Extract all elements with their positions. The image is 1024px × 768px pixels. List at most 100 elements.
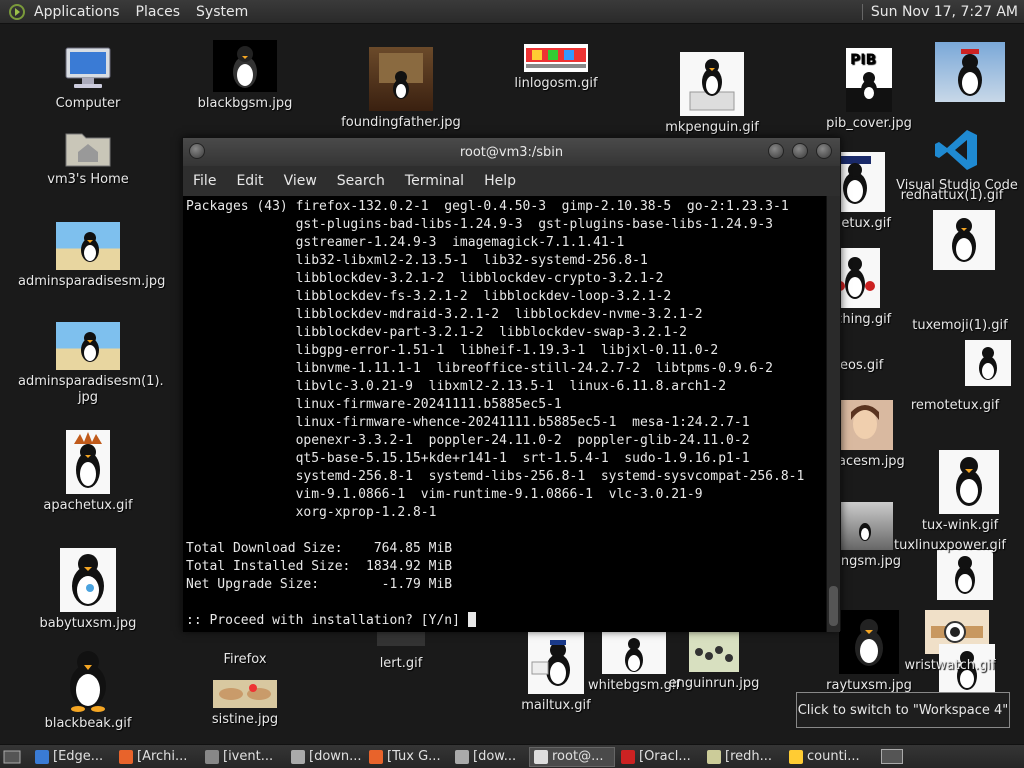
system-menu[interactable]: System <box>188 4 256 20</box>
desktop-icon-penguinrun[interactable]: enguinrun.jpg <box>644 632 784 692</box>
taskbar-button[interactable]: [Tux G... <box>365 747 449 767</box>
terminal-line: Packages (43) firefox-132.0.2-1 gegl-0.4… <box>186 199 789 214</box>
desktop-icon-label: tuxlinuxpower.gif <box>894 538 1006 553</box>
menu-help[interactable]: Help <box>476 173 524 189</box>
taskbar-button-label: [Edge... <box>53 749 104 764</box>
desktop-icon-home[interactable]: vm3's Home <box>18 128 158 188</box>
taskbar-button-label: [dow... <box>473 749 517 764</box>
taskbar-button-label: [redh... <box>725 749 773 764</box>
terminal-line: gstreamer-1.24.9-3 imagemagick-7.1.1.41-… <box>186 235 625 250</box>
terminal-line: vim-9.1.0866-1 vim-runtime-9.1.0866-1 vl… <box>186 487 703 502</box>
image-thumbnail[interactable] <box>939 450 999 514</box>
taskbar-button[interactable]: [Oracl... <box>617 747 701 767</box>
terminal-window[interactable]: root@vm3:/sbin File Edit View Search Ter… <box>182 137 841 632</box>
terminal-line: Total Download Size: 764.85 MiB <box>186 541 453 556</box>
terminal-line: xorg-xprop-1.2.8-1 <box>186 505 437 520</box>
menu-edit[interactable]: Edit <box>228 173 271 189</box>
desktop-icon-adminsparadise-1[interactable]: adminsparadisesm(1). jpg <box>18 322 164 406</box>
taskbar-button[interactable]: counti... <box>785 747 869 767</box>
menu-search[interactable]: Search <box>329 173 393 189</box>
image-thumbnail <box>524 44 588 72</box>
app-icon <box>534 749 548 764</box>
distro-logo-icon[interactable] <box>8 3 26 21</box>
show-desktop-button[interactable] <box>3 747 25 767</box>
top-panel: Applications Places System Sun Nov 17, 7… <box>0 0 1024 24</box>
taskbar-button[interactable]: [dow... <box>451 747 527 767</box>
desktop-icon-label: Computer <box>55 96 121 111</box>
desktop-icon-lert[interactable]: lert.gif <box>331 632 471 672</box>
desktop-icon-adminsparadise[interactable]: adminsparadisesm.jpg <box>18 222 165 290</box>
terminal-line: gst-plugins-bad-libs-1.24.9-3 gst-plugin… <box>186 217 773 232</box>
desktop-icon-sistine[interactable]: sistine.jpg <box>175 680 315 728</box>
taskbar-button[interactable]: [redh... <box>703 747 783 767</box>
taskbar-button[interactable]: [down... <box>287 747 363 767</box>
clock[interactable]: Sun Nov 17, 7:27 AM <box>856 0 1024 24</box>
terminal-line: libgpg-error-1.51-1 libheif-1.19.3-1 lib… <box>186 343 719 358</box>
image-thumbnail <box>56 322 120 370</box>
image-thumbnail: PIB <box>846 48 892 112</box>
scrollbar-thumb[interactable] <box>829 586 838 626</box>
terminal-output[interactable]: Packages (43) firefox-132.0.2-1 gegl-0.4… <box>183 196 826 632</box>
desktop-icon-label: Firefox <box>223 652 267 667</box>
menu-view[interactable]: View <box>276 173 325 189</box>
app-icon <box>789 749 803 764</box>
desktop-icon-mkpenguin[interactable]: mkpenguin.gif <box>642 52 782 136</box>
desktop-icon-label: adminsparadisesm(1). jpg <box>18 374 164 405</box>
home-folder-icon <box>65 133 111 167</box>
desktop-icon-babytux[interactable]: babytuxsm.jpg <box>18 548 158 632</box>
desktop-icon-label: lert.gif <box>379 656 423 671</box>
desktop-icon-label: adminsparadisesm.jpg <box>18 274 166 289</box>
image-thumbnail[interactable] <box>937 550 993 600</box>
taskbar-button-label: [Tux G... <box>387 749 441 764</box>
desktop-icon-pib-cover[interactable]: PIB pib_cover.jpg <box>799 48 939 132</box>
taskbar-button[interactable]: [Archi... <box>115 747 199 767</box>
taskbar-button[interactable]: [ivent... <box>201 747 285 767</box>
desktop-icon-computer[interactable]: Computer <box>18 44 158 112</box>
terminal-scrollbar[interactable] <box>826 196 840 632</box>
desktop-icon-label: raytuxsm.jpg <box>826 678 912 693</box>
applications-menu[interactable]: Applications <box>26 4 128 20</box>
desktop-icon-blackbgsm[interactable]: blackbgsm.jpg <box>175 40 315 112</box>
desktop-icon-label: blackbeak.gif <box>44 716 132 731</box>
maximize-button[interactable] <box>792 143 808 159</box>
show-desktop-icon <box>3 750 21 763</box>
taskbar-button-label: [Archi... <box>137 749 188 764</box>
terminal-line: linux-firmware-whence-20241111.b5885ec5-… <box>186 415 750 430</box>
terminal-line: libblockdev-fs-3.2.1-2 libblockdev-loop-… <box>186 289 672 304</box>
task-list: [Edge... [Archi... [ivent... [down... [Tux G… <box>31 746 871 767</box>
terminal-prompt: :: Proceed with installation? [Y/n] <box>186 613 468 628</box>
image-thumbnail[interactable] <box>965 340 1011 386</box>
desktop-icon-label: babytuxsm.jpg <box>39 616 137 631</box>
desktop-icon-apachetux[interactable]: apachetux.gif <box>18 430 158 514</box>
window-menu-icon[interactable] <box>189 143 205 159</box>
image-thumbnail <box>839 610 899 674</box>
desktop-icon-blackbeak[interactable]: blackbeak.gif <box>18 648 158 732</box>
desktop-icon-label: remotetux.gif <box>910 398 1000 413</box>
menu-file[interactable]: File <box>185 173 224 189</box>
desktop-overlapping-icons: redhattux(1).gif tuxemoji(1).gif remotet… <box>894 40 1024 700</box>
window-title: root@vm3:/sbin <box>459 144 564 160</box>
svg-text:PIB: PIB <box>850 52 876 68</box>
terminal-line: qt5-base-5.15.15+kde+r141-1 srt-1.5.4-1 … <box>186 451 750 466</box>
taskbar-button[interactable]: root@... <box>529 746 615 767</box>
terminal-titlebar[interactable]: root@vm3:/sbin <box>183 138 840 166</box>
desktop-icon-foundingfather[interactable]: foundingfather.jpg <box>331 47 471 131</box>
taskbar-button[interactable]: [Edge... <box>31 747 113 767</box>
workspace-switcher[interactable] <box>881 749 903 764</box>
image-thumbnail <box>689 632 739 672</box>
terminal-line: lib32-libxml2-2.13.5-1 lib32-systemd-256… <box>186 253 648 268</box>
terminal-line: Net Upgrade Size: -1.79 MiB <box>186 577 453 592</box>
terminal-line: systemd-256.8-1 systemd-libs-256.8-1 sys… <box>186 469 805 484</box>
app-icon <box>455 749 469 764</box>
minimize-button[interactable] <box>768 143 784 159</box>
terminal-line: libblockdev-mdraid-3.2.1-2 libblockdev-n… <box>186 307 703 322</box>
menu-terminal[interactable]: Terminal <box>397 173 472 189</box>
image-thumbnail[interactable] <box>933 210 995 270</box>
close-button[interactable] <box>816 143 832 159</box>
image-thumbnail[interactable] <box>935 42 1005 102</box>
terminal-prompt-line: :: Proceed with installation? [Y/n] <box>186 612 823 630</box>
taskbar-button-label: [ivent... <box>223 749 274 764</box>
desktop-icon-linlogosm[interactable]: linlogosm.gif <box>486 44 626 92</box>
places-menu[interactable]: Places <box>128 4 189 20</box>
